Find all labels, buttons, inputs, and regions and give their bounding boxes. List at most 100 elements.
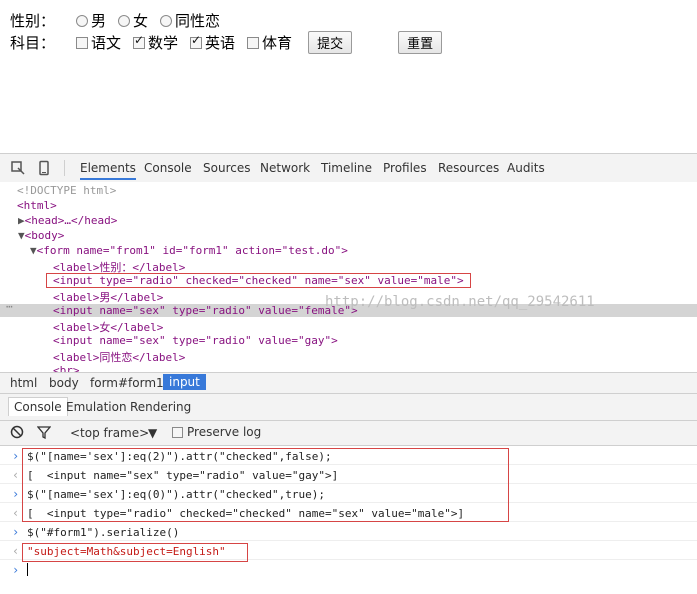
tree-node-input-male[interactable]: <input type="radio" checked="checked" na… (46, 273, 471, 288)
console-line: › $("[name='sex']:eq(0)").attr("checked",… (0, 484, 697, 503)
frame-selector[interactable]: <top frame> (70, 426, 149, 440)
preserve-log-label: Preserve log (187, 425, 262, 439)
subject-option-chinese[interactable]: 语文 (76, 32, 121, 53)
tab-network[interactable]: Network (260, 161, 310, 175)
console-line-text: [ <input name="sex" type="radio" value="… (27, 469, 339, 482)
drawer-tab-rendering[interactable]: Rendering (130, 400, 191, 414)
subject-option-label: 语文 (91, 34, 122, 52)
preserve-log-checkbox[interactable] (172, 426, 183, 438)
tree-node-input-gay[interactable]: <input name="sex" type="radio" value="ga… (53, 334, 338, 347)
drawer-tab-console[interactable]: Console (8, 397, 68, 416)
checkbox-chinese[interactable] (76, 36, 88, 49)
text-cursor (27, 563, 28, 576)
tree-node-doctype[interactable]: <!DOCTYPE html> (17, 184, 116, 197)
drawer-tab-emulation[interactable]: Emulation (66, 400, 127, 414)
gender-option-gay[interactable]: 同性恋 (160, 10, 220, 31)
tree-node-head-text: <head>…</head> (24, 214, 118, 227)
result-prompt-icon: ‹ (12, 506, 20, 520)
console-line: › $("[name='sex']:eq(2)").attr("checked",… (0, 446, 697, 465)
elements-tree: <!DOCTYPE html> <html> ▶<head>…</head> ▼… (0, 182, 697, 395)
reset-button[interactable]: 重置 (398, 31, 443, 54)
collapse-triangle-icon[interactable]: ▼ (18, 229, 25, 242)
watermark: http://blog.csdn.net/qq_29542611 (325, 294, 595, 310)
gender-option-label: 男 (91, 12, 107, 30)
gender-row: 性别： 男 女 同性恋 (10, 10, 226, 31)
tree-node-label[interactable]: <label>女</label> (53, 319, 163, 335)
tab-profiles[interactable]: Profiles (383, 161, 427, 175)
tab-timeline[interactable]: Timeline (321, 161, 372, 175)
console-line-text: "subject=Math&subject=English" (27, 545, 226, 558)
subject-label: 科目： (10, 34, 56, 52)
console-input-line[interactable]: › (0, 560, 697, 579)
preserve-log-toggle[interactable]: Preserve log (172, 425, 261, 439)
console-line: ‹ [ <input name="sex" type="radio" value=… (0, 465, 697, 484)
radio-gay[interactable] (160, 14, 173, 27)
tab-elements[interactable]: Elements (80, 161, 136, 180)
checkbox-english[interactable] (190, 33, 203, 49)
subject-option-english[interactable]: 英语 (190, 32, 235, 53)
tree-node-body-text: <body> (24, 229, 65, 242)
drawer-tabbar: Console Emulation Rendering (0, 394, 697, 421)
breadcrumb-form[interactable]: form#form1 (90, 376, 164, 390)
collapse-triangle-icon[interactable]: ▼ (30, 244, 37, 257)
tree-node-label[interactable]: <label>性别：</label> (53, 259, 185, 275)
tree-node-label[interactable]: <label>同性恋</label> (53, 349, 185, 365)
result-prompt-icon: ‹ (12, 544, 20, 558)
gender-label: 性别： (10, 12, 56, 30)
devtools-tabbar: Elements Console Sources Network Timelin… (0, 153, 697, 183)
radio-female[interactable] (118, 14, 131, 27)
mobile-device-icon[interactable] (36, 160, 52, 176)
input-prompt-icon: › (12, 487, 20, 501)
breadcrumb-input[interactable]: input (163, 374, 206, 390)
tree-node-form[interactable]: ▼<form name="from1" id="form1" action="t… (30, 244, 348, 257)
tree-node-html[interactable]: <html> (17, 199, 57, 212)
subject-option-math[interactable]: 数学 (133, 32, 178, 53)
tree-node-form-text: <form name="from1" id="form1" action="te… (36, 244, 348, 257)
gender-option-label: 女 (133, 12, 149, 30)
console-line-text: $("[name='sex']:eq(0)").attr("checked",t… (27, 488, 326, 501)
tab-sources[interactable]: Sources (203, 161, 250, 175)
dom-breadcrumb: html body form#form1 input (0, 372, 697, 394)
console-line: › $("#form1").serialize() (0, 522, 697, 541)
gender-option-label: 同性恋 (175, 12, 221, 30)
console-output: › $("[name='sex']:eq(2)").attr("checked",… (0, 446, 697, 594)
console-line-text: $("#form1").serialize() (27, 526, 180, 539)
inspect-icon[interactable] (10, 160, 26, 176)
subject-row: 科目： 语文 数学 英语 体育 提交 重置 (10, 31, 443, 54)
clear-console-icon[interactable] (10, 425, 24, 439)
tab-console[interactable]: Console (144, 161, 192, 175)
console-line: ‹ [ <input type="radio" checked="checked"… (0, 503, 697, 522)
expand-triangle-icon[interactable]: ▶ (18, 214, 25, 227)
subject-option-pe[interactable]: 体育 (247, 32, 292, 53)
gender-option-female[interactable]: 女 (118, 10, 148, 31)
subject-option-label: 数学 (148, 34, 179, 52)
radio-male[interactable] (76, 14, 88, 27)
input-prompt-icon: › (12, 449, 20, 463)
tab-audits[interactable]: Audits (507, 161, 545, 175)
subject-option-label: 体育 (262, 34, 293, 52)
result-prompt-icon: ‹ (12, 468, 20, 482)
dropdown-caret-icon[interactable]: ▼ (148, 426, 157, 440)
breadcrumb-body[interactable]: body (49, 376, 79, 390)
console-toolbar: <top frame> ▼ Preserve log (0, 421, 697, 446)
submit-button[interactable]: 提交 (308, 31, 353, 54)
console-line-text: [ <input type="radio" checked="checked" … (27, 507, 465, 520)
devtools-panel: Elements Console Sources Network Timelin… (0, 153, 697, 594)
console-line: ‹ "subject=Math&subject=English" (0, 541, 697, 560)
subject-option-label: 英语 (205, 34, 236, 52)
tree-node-label[interactable]: <label>男</label> (53, 289, 163, 305)
breadcrumb-html[interactable]: html (10, 376, 37, 390)
checkbox-pe[interactable] (247, 36, 260, 49)
page-preview: 性别： 男 女 同性恋 科目： 语文 数学 英语 体育 提交 重置 (0, 0, 697, 153)
more-dots-icon: ⋯ (6, 300, 13, 313)
filter-icon[interactable] (37, 425, 51, 439)
console-line-text: $("[name='sex']:eq(2)").attr("checked",f… (27, 450, 332, 463)
tree-node-body[interactable]: ▼<body> (18, 229, 64, 242)
input-prompt-icon: › (12, 525, 20, 539)
checkbox-math[interactable] (133, 33, 146, 49)
tree-node-head[interactable]: ▶<head>…</head> (18, 214, 117, 227)
gender-option-male[interactable]: 男 (76, 10, 106, 31)
toolbar-divider (64, 160, 65, 176)
input-prompt-icon: › (12, 563, 20, 577)
tab-resources[interactable]: Resources (438, 161, 499, 175)
